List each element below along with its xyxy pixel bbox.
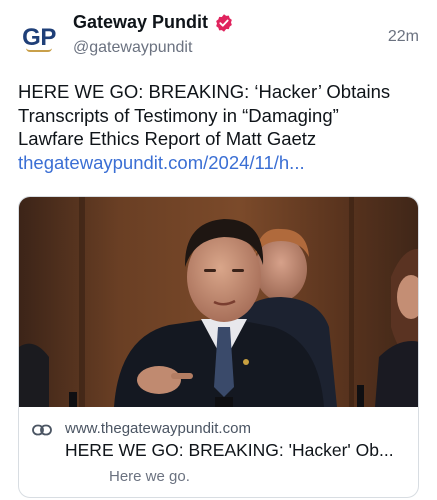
card-title[interactable]: HERE WE GO: BREAKING: 'Hacker' Ob... (65, 440, 410, 461)
verified-badge-icon (216, 13, 232, 32)
link-preview-card[interactable]: www.thegatewaypundit.com HERE WE GO: BRE… (18, 196, 419, 498)
card-meta[interactable]: www.thegatewaypundit.com HERE WE GO: BRE… (19, 407, 418, 497)
post-text-line-2: Transcripts of Testimony in “Damaging” (18, 104, 339, 126)
card-description: Here we go. (109, 468, 190, 485)
author-handle[interactable]: @gatewaypundit (73, 39, 192, 57)
post-timestamp[interactable]: 22m (388, 28, 419, 46)
post-text-line-1: HERE WE GO: BREAKING: ‘Hacker’ Obtains (18, 81, 391, 102)
author-display-name[interactable]: Gateway Pundit (73, 12, 208, 33)
avatar-logo-text: GP (22, 24, 56, 51)
post-text-line-3: Lawfare Ethics Report of Matt Gaetz (18, 128, 317, 149)
avatar[interactable]: GP (14, 14, 64, 64)
post-body: HERE WE GO: BREAKING: ‘Hacker’ Obtains T… (18, 80, 423, 174)
post[interactable]: GP Gateway Pundit @gatewaypundit 22m HER… (0, 0, 437, 500)
link-chain-icon (32, 424, 52, 436)
card-image[interactable] (19, 197, 419, 407)
card-domain: www.thegatewaypundit.com (65, 420, 251, 437)
avatar-swoosh-icon (26, 48, 52, 52)
post-link[interactable]: thegatewaypundit.com/2024/11/h... (18, 151, 423, 175)
author-row: Gateway Pundit (73, 12, 234, 33)
